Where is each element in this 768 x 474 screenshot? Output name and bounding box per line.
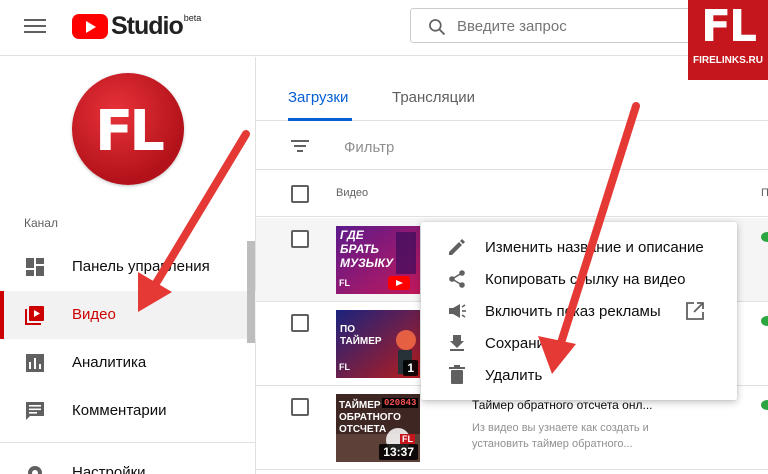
visibility-public-icon[interactable]	[761, 316, 768, 326]
video-duration: 1	[403, 360, 418, 376]
menu-item-download[interactable]: Сохранить	[421, 327, 737, 359]
row-checkbox[interactable]	[291, 230, 309, 248]
logo-text: Studio	[111, 11, 184, 40]
menu-item-edit-title[interactable]: Изменить название и описание	[421, 231, 737, 263]
video-title[interactable]: Таймер обратного отсчета онл...	[472, 398, 672, 412]
search-input[interactable]	[457, 15, 677, 37]
thumbnail-badge: FL	[339, 278, 350, 288]
video-duration: 13:37	[379, 444, 418, 460]
thumbnail-caption: ГДЕ	[340, 228, 364, 242]
open-in-new-icon[interactable]	[685, 301, 705, 321]
row-checkbox[interactable]	[291, 398, 309, 416]
thumbnail-caption: БРАТЬ	[340, 242, 380, 256]
thumbnail-badge: FL	[400, 434, 415, 444]
table-header: Видео П	[256, 171, 768, 217]
avatar-logo-text: FL	[95, 99, 165, 164]
thumbnail-caption: ТАЙМЕР	[340, 336, 382, 347]
thumbnail-counter: 020843	[382, 398, 419, 408]
sidebar-item-settings[interactable]: Настройки	[0, 449, 256, 474]
video-description: Из видео вы узнаете как создать и устано…	[472, 422, 649, 450]
sidebar-item-label: Видео	[72, 306, 116, 323]
comments-icon	[26, 402, 44, 420]
dashboard-icon	[26, 258, 44, 276]
menu-item-monetization[interactable]: Включить показ рекламы	[421, 295, 737, 327]
trash-icon	[449, 365, 465, 384]
video-library-icon	[25, 306, 44, 325]
channel-avatar[interactable]: FL	[72, 73, 184, 185]
menu-item-delete[interactable]: Удалить	[421, 359, 737, 391]
analytics-icon	[26, 354, 44, 372]
sidebar-item-label: Комментарии	[72, 402, 167, 419]
thumbnail-caption: МУЗЫКУ	[340, 256, 394, 270]
video-thumbnail[interactable]: ТАЙМЕР ОБРАТНОГО ОТСЧЕТА 020843 FL 13:37	[336, 394, 420, 462]
download-icon	[450, 335, 464, 351]
filter-icon[interactable]	[290, 136, 310, 156]
watermark-logo: FL	[700, 1, 757, 52]
menu-item-copy-link[interactable]: Копировать ссылку на видео	[421, 263, 737, 295]
thumbnail-caption: ТАЙМЕР	[339, 400, 381, 411]
sidebar-item-dashboard[interactable]: Панель управления	[0, 243, 256, 291]
sidebar-item-videos[interactable]: Видео	[0, 291, 256, 339]
search-icon[interactable]	[427, 17, 447, 37]
logo-beta-badge: beta	[183, 13, 202, 23]
video-thumbnail[interactable]: ПО ТАЙМЕР FL 1	[336, 310, 420, 378]
menu-icon[interactable]	[24, 16, 46, 38]
pencil-icon	[449, 239, 465, 255]
filter-bar[interactable]: Фильтр	[256, 122, 768, 170]
select-all-checkbox[interactable]	[291, 185, 309, 203]
search-box[interactable]	[410, 8, 692, 43]
visibility-public-icon[interactable]	[761, 232, 768, 242]
sidebar-scrollbar[interactable]	[247, 241, 255, 343]
thumbnail-badge: FL	[339, 362, 350, 372]
sidebar-divider	[0, 442, 256, 443]
menu-item-label: Удалить	[485, 367, 543, 384]
megaphone-icon	[449, 304, 466, 318]
video-thumbnail[interactable]: ГДЕ БРАТЬ МУЗЫКУ FL	[336, 226, 420, 294]
menu-item-label: Сохранить	[485, 335, 560, 352]
channel-section-label: Канал	[24, 216, 58, 230]
row-checkbox[interactable]	[291, 314, 309, 332]
filter-input[interactable]: Фильтр	[344, 139, 394, 156]
column-header-video: Видео	[336, 187, 369, 199]
video-options-menu: Изменить название и описание Копировать …	[421, 222, 737, 400]
sidebar-item-analytics[interactable]: Аналитика	[0, 339, 256, 387]
sidebar-item-label: Панель управления	[72, 258, 210, 275]
content-tabs: Загрузки Трансляции	[256, 57, 768, 121]
youtube-play-icon	[72, 13, 108, 39]
thumbnail-caption: ОБРАТНОГО	[339, 412, 401, 423]
tab-uploads[interactable]: Загрузки	[288, 89, 348, 106]
sidebar: FL Канал Панель управления Видео Аналити…	[0, 57, 256, 474]
sidebar-item-label: Аналитика	[72, 354, 147, 371]
menu-item-label: Изменить название и описание	[485, 239, 704, 256]
sidebar-item-comments[interactable]: Комментарии	[0, 387, 256, 435]
top-bar: Studio beta	[0, 0, 768, 56]
visibility-public-icon[interactable]	[761, 400, 768, 410]
thumbnail-caption: ОТСЧЕТА	[339, 424, 387, 435]
settings-icon	[28, 466, 42, 474]
share-icon	[449, 270, 465, 288]
menu-item-label: Копировать ссылку на видео	[485, 271, 686, 288]
column-header-visibility: П	[761, 187, 768, 199]
menu-item-label: Включить показ рекламы	[485, 303, 661, 320]
studio-logo[interactable]: Studio beta	[72, 11, 202, 40]
tab-live[interactable]: Трансляции	[392, 89, 475, 106]
thumbnail-caption: ПО	[340, 324, 355, 335]
active-tab-indicator	[288, 118, 352, 121]
sidebar-item-label: Настройки	[72, 464, 146, 474]
